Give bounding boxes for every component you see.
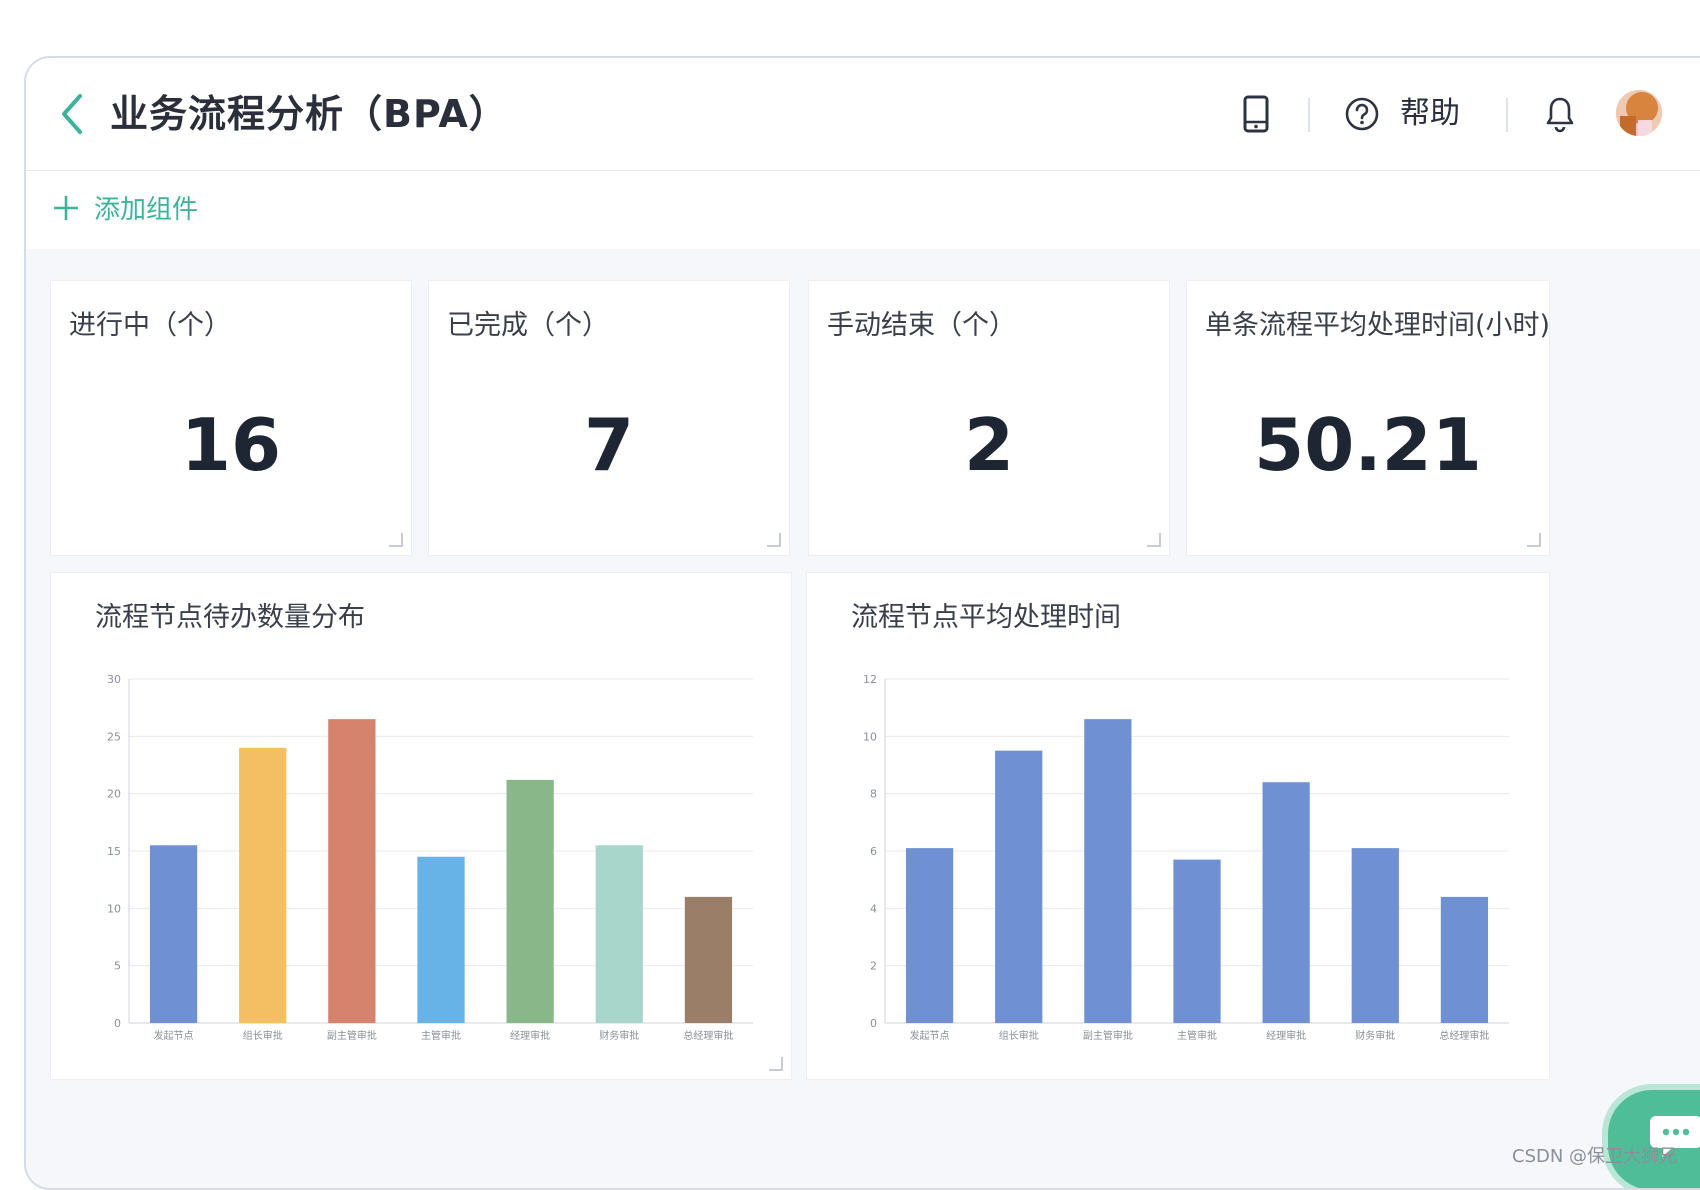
chevron-left-icon: [62, 94, 82, 134]
y-tick-label: 0: [114, 1017, 121, 1030]
bar: [1173, 859, 1221, 1023]
add-widget-label: 添加组件: [94, 195, 199, 225]
bar: [239, 747, 287, 1023]
header-divider: [1308, 98, 1310, 132]
kpi-value: 16: [180, 403, 282, 487]
plus-icon: [54, 195, 78, 220]
y-tick-label: 8: [870, 788, 877, 801]
x-tick-label: 经理审批: [1266, 1029, 1306, 1042]
y-tick-label: 2: [870, 960, 877, 973]
kpi-label: 已完成（个）: [447, 310, 609, 341]
x-tick-label: 组长审批: [999, 1029, 1039, 1042]
y-tick-label: 5: [114, 960, 121, 973]
kpi-value: 50.21: [1254, 403, 1482, 487]
y-tick-label: 20: [107, 788, 121, 801]
page-title: 业务流程分析（BPA）: [110, 92, 508, 136]
y-tick-label: 25: [107, 730, 121, 743]
x-tick-label: 总经理审批: [683, 1029, 733, 1042]
y-tick-label: 15: [107, 845, 121, 858]
bar: [905, 848, 954, 1023]
bar: [595, 845, 643, 1023]
kpi-card-avg-time[interactable]: 单条流程平均处理时间(小时) 50.21: [1186, 280, 1550, 556]
y-tick-label: 4: [870, 902, 877, 915]
x-tick-label: 组长审批: [243, 1029, 283, 1042]
notification-button[interactable]: [1540, 90, 1580, 138]
bar: [328, 719, 376, 1023]
bar-chart-avg-time: 0 2 4 6 8 10 12 发起节点 组长审批 副主管审批 主管审批 经理审批 财务审批 总经理审批: [863, 673, 1509, 1042]
y-tick-label: 30: [107, 673, 121, 686]
help-label[interactable]: 帮助: [1400, 92, 1460, 136]
x-tick-label: 发起节点: [154, 1029, 194, 1042]
x-tick-label: 经理审批: [510, 1029, 550, 1042]
kpi-card-completed[interactable]: 已完成（个） 7: [428, 280, 790, 556]
x-tick-label: 财务审批: [599, 1029, 639, 1042]
tablet-icon: [1243, 95, 1269, 133]
x-tick-label: 总经理审批: [1439, 1029, 1489, 1042]
kpi-label: 进行中（个）: [69, 310, 231, 341]
x-tick-label: 发起节点: [910, 1029, 950, 1042]
bar: [149, 845, 198, 1023]
resize-handle[interactable]: [389, 533, 403, 547]
add-widget-button[interactable]: 添加组件: [52, 189, 198, 226]
bell-icon: [1546, 97, 1574, 133]
y-tick-label: 0: [870, 1017, 877, 1030]
toolbar: 添加组件: [26, 171, 1700, 249]
bar: [1262, 782, 1310, 1023]
header-divider: [1506, 98, 1508, 132]
chart-card-avg-time[interactable]: 流程节点平均处理时间 0 2 4 6 8 10 12 发起节点 组长审批 副主管审批 主管审批 经理审…: [806, 572, 1550, 1080]
x-tick-label: 主管审批: [1177, 1029, 1217, 1042]
bar: [684, 896, 733, 1023]
y-tick-label: 10: [107, 902, 121, 915]
bar: [417, 856, 465, 1023]
app-window: 业务流程分析（BPA） 帮助 添加组件 进行中（个） 16 已完成（个） 7 手…: [24, 56, 1700, 1190]
y-tick-label: 12: [863, 673, 877, 686]
header-bar: 业务流程分析（BPA） 帮助: [26, 58, 1700, 171]
bar-chart-pending: 0 5 10 15 20 25 30 发起节点 组长审批 副主管审批 主管审批 经理审批 财务审批 总经理…: [107, 673, 753, 1042]
bar: [506, 779, 554, 1023]
resize-handle[interactable]: [767, 533, 781, 547]
chart-card-pending-distribution[interactable]: 流程节点待办数量分布 0 5 10 15 20 25 30 发起节点 组长审批 副主管审批 主管审批…: [50, 572, 792, 1080]
device-button[interactable]: [1236, 90, 1276, 138]
kpi-value: 7: [583, 403, 635, 487]
question-circle-icon: [1345, 97, 1379, 131]
avatar[interactable]: [1616, 90, 1662, 136]
chat-button[interactable]: [1602, 1084, 1700, 1188]
kpi-value: 2: [963, 403, 1015, 487]
y-tick-label: 10: [863, 730, 877, 743]
bar: [1440, 896, 1489, 1023]
kpi-card-in-progress[interactable]: 进行中（个） 16: [50, 280, 412, 556]
kpi-label: 手动结束（个）: [827, 310, 1016, 341]
x-tick-label: 财务审批: [1355, 1029, 1395, 1042]
x-tick-label: 主管审批: [421, 1029, 461, 1042]
bar: [995, 750, 1043, 1023]
resize-handle[interactable]: [1147, 533, 1161, 547]
x-tick-label: 副主管审批: [1083, 1029, 1133, 1042]
y-tick-label: 6: [870, 845, 877, 858]
watermark: CSDN @保卫大狮兄: [1512, 1146, 1678, 1167]
back-button[interactable]: [52, 88, 92, 140]
kpi-label: 单条流程平均处理时间(小时): [1205, 310, 1551, 341]
bar: [1351, 848, 1399, 1023]
resize-handle[interactable]: [769, 1057, 783, 1071]
bar: [1084, 719, 1132, 1023]
kpi-card-manual-end[interactable]: 手动结束（个） 2: [808, 280, 1170, 556]
help-button[interactable]: [1342, 92, 1382, 136]
x-tick-label: 副主管审批: [327, 1029, 377, 1042]
resize-handle[interactable]: [1527, 533, 1541, 547]
